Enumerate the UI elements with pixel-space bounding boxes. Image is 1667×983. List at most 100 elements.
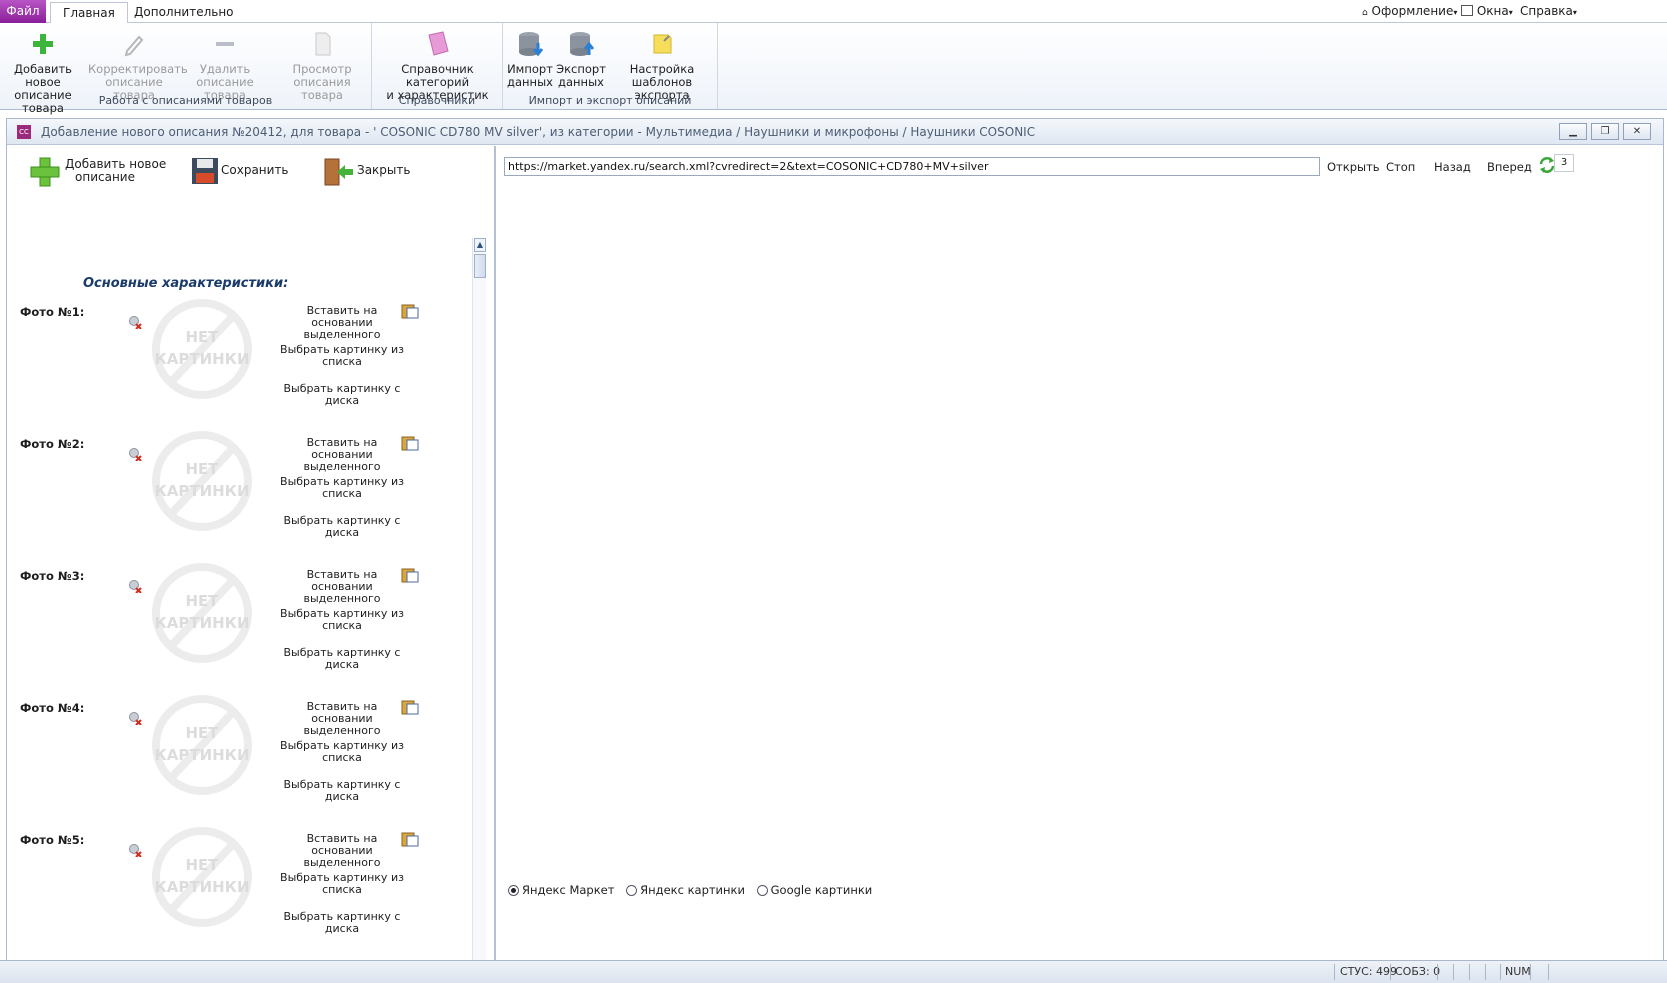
categories-reference-button[interactable]: Справочник категорий и характеристик bbox=[374, 27, 501, 102]
radio-dot bbox=[626, 885, 638, 896]
choose-from-list-link[interactable]: Выбрать картинку из списка bbox=[277, 740, 407, 764]
close-button[interactable]: Закрыть bbox=[323, 156, 413, 190]
ribbon-group-references: Справочник категорий и характеристик Спр… bbox=[372, 23, 503, 109]
choose-from-list-link[interactable]: Выбрать картинку из списка bbox=[277, 872, 407, 896]
choose-from-list-link[interactable]: Выбрать картинку из списка bbox=[277, 476, 407, 500]
design-menu[interactable]: ⌂ Оформление▾ bbox=[1362, 4, 1457, 18]
app-icon: CC bbox=[17, 125, 31, 139]
categories-reference-label: Справочник категорий bbox=[401, 62, 474, 89]
choose-from-list-label: Выбрать картинку из bbox=[280, 607, 404, 620]
status-bar: СТУС: 499 СОБЗ: 0 NUM bbox=[0, 960, 1667, 983]
open-button[interactable]: Открыть bbox=[1327, 160, 1380, 174]
radio-dot bbox=[756, 885, 768, 896]
radio-yandex-market[interactable]: Яндекс Маркет bbox=[508, 883, 614, 897]
edit-description-button[interactable]: Корректировать описание товара bbox=[88, 27, 188, 102]
view-icon bbox=[315, 32, 331, 56]
radio-dot bbox=[508, 885, 519, 896]
choose-from-disk-link[interactable]: Выбрать картинку с диска bbox=[277, 779, 407, 803]
photo-list: Фото №1: НЕТ КАРТИНКИ Вставить на основа… bbox=[7, 146, 472, 961]
choose-from-disk-label-2: диска bbox=[324, 394, 360, 407]
paste-from-selection-link[interactable]: Вставить на основании выделенного bbox=[277, 437, 407, 473]
scrollbar-thumb[interactable] bbox=[474, 254, 486, 278]
photo-slot-3: Фото №3: НЕТ КАРТИНКИ Вставить на основа… bbox=[7, 563, 472, 701]
description-form-pane: Добавить новое описание Сохранить Закрыт… bbox=[7, 146, 496, 974]
paste-from-selection-label-2: выделенного bbox=[303, 724, 381, 737]
choose-from-disk-link[interactable]: Выбрать картинку с диска bbox=[277, 383, 407, 407]
choose-from-disk-link[interactable]: Выбрать картинку с диска bbox=[277, 515, 407, 539]
no-picture-text-2: КАРТИНКИ bbox=[154, 482, 249, 500]
paste-from-selection-label: Вставить на основании bbox=[306, 700, 378, 725]
paste-from-selection-link[interactable]: Вставить на основании выделенного bbox=[277, 701, 407, 737]
ribbon-group-caption: Справочники bbox=[398, 94, 476, 107]
close-window-button[interactable]: ✕ bbox=[1623, 123, 1651, 140]
add-new-description-button[interactable]: Добавить новое описание bbox=[29, 156, 166, 190]
clipboard-paste-icon[interactable] bbox=[401, 303, 419, 319]
save-label: Сохранить bbox=[221, 163, 289, 177]
photo-label: Фото №1: bbox=[20, 305, 85, 319]
choose-from-disk-link[interactable]: Выбрать картинку с диска bbox=[277, 911, 407, 935]
paste-from-selection-link[interactable]: Вставить на основании выделенного bbox=[277, 833, 407, 869]
tab-file[interactable]: Файл bbox=[0, 0, 46, 23]
no-picture-text: НЕТ bbox=[185, 592, 219, 610]
windows-menu[interactable]: Окна▾ bbox=[1461, 4, 1513, 18]
clipboard-paste-icon[interactable] bbox=[401, 699, 419, 715]
delete-photo-icon[interactable] bbox=[128, 447, 142, 461]
status-separator bbox=[1453, 964, 1454, 980]
choose-from-disk-label: Выбрать картинку с bbox=[283, 382, 401, 395]
window-title-bar: CC Добавление нового описания №20412, дл… bbox=[7, 119, 1663, 145]
status-separator bbox=[1390, 964, 1391, 980]
photo-slot-5: Фото №5: НЕТ КАРТИНКИ Вставить на основа… bbox=[7, 827, 472, 961]
export-data-label-2: данных bbox=[558, 75, 604, 89]
exit-door-icon bbox=[324, 158, 353, 186]
save-button[interactable]: Сохранить bbox=[191, 156, 289, 190]
radio-yandex-images[interactable]: Яндекс картинки bbox=[626, 883, 745, 897]
paste-from-selection-link[interactable]: Вставить на основании выделенного bbox=[277, 305, 407, 341]
clipboard-paste-icon[interactable] bbox=[401, 567, 419, 583]
choose-from-list-label-2: списка bbox=[322, 619, 362, 632]
status-num: NUM bbox=[1505, 965, 1531, 978]
vertical-scrollbar[interactable]: ▲ bbox=[472, 238, 486, 974]
radio-google-images[interactable]: Google картинки bbox=[756, 883, 872, 897]
browser-pane: Открыть Стоп Назад Вперед 3 Яндекс Марке… bbox=[498, 146, 1663, 961]
delete-photo-icon[interactable] bbox=[128, 711, 142, 725]
restore-button[interactable]: ❐ bbox=[1591, 123, 1619, 140]
paste-from-selection-link[interactable]: Вставить на основании выделенного bbox=[277, 569, 407, 605]
status-separator bbox=[1530, 964, 1531, 980]
radio-label: Яндекс картинки bbox=[640, 883, 745, 897]
choose-from-list-link[interactable]: Выбрать картинку из списка bbox=[277, 344, 407, 368]
paste-from-selection-label: Вставить на основании bbox=[306, 304, 378, 329]
add-icon bbox=[30, 157, 60, 187]
choose-from-disk-link[interactable]: Выбрать картинку с диска bbox=[277, 647, 407, 671]
delete-description-button[interactable]: Удалить описание товара bbox=[182, 27, 268, 102]
choose-from-list-label-2: списка bbox=[322, 355, 362, 368]
export-data-button[interactable]: Экспорт данных bbox=[556, 27, 606, 89]
forward-button[interactable]: Вперед bbox=[1487, 160, 1532, 174]
clipboard-paste-icon[interactable] bbox=[401, 435, 419, 451]
help-menu[interactable]: Справка▾ bbox=[1520, 4, 1577, 18]
clipboard-paste-icon[interactable] bbox=[401, 831, 419, 847]
back-button[interactable]: Назад bbox=[1434, 160, 1471, 174]
choose-from-list-link[interactable]: Выбрать картинку из списка bbox=[277, 608, 407, 632]
minimize-icon: ▁ bbox=[1569, 126, 1577, 137]
no-picture-text: НЕТ bbox=[185, 460, 219, 478]
choose-from-list-label-2: списка bbox=[322, 487, 362, 500]
delete-photo-icon[interactable] bbox=[128, 579, 142, 593]
choose-from-disk-label-2: диска bbox=[324, 922, 360, 935]
tab-extra[interactable]: Дополнительно bbox=[122, 2, 246, 24]
tab-home[interactable]: Главная bbox=[50, 2, 128, 24]
delete-photo-icon[interactable] bbox=[128, 315, 142, 329]
counter-field[interactable]: 3 bbox=[1554, 154, 1574, 172]
delete-photo-icon[interactable] bbox=[128, 843, 142, 857]
book-icon bbox=[427, 31, 449, 56]
ribbon-group-caption: Импорт и экспорт описаний bbox=[528, 94, 692, 107]
photo-slot-4: Фото №4: НЕТ КАРТИНКИ Вставить на основа… bbox=[7, 695, 472, 833]
scroll-up-button[interactable]: ▲ bbox=[474, 238, 486, 252]
stop-button[interactable]: Стоп bbox=[1386, 160, 1415, 174]
export-templates-button[interactable]: Настройка шаблонов экспорта bbox=[607, 27, 717, 102]
view-description-button[interactable]: Просмотр описания товара bbox=[276, 27, 368, 102]
minimize-button[interactable]: ▁ bbox=[1559, 123, 1587, 140]
import-data-button[interactable]: Импорт данных bbox=[505, 27, 555, 89]
url-input[interactable] bbox=[504, 157, 1320, 176]
paste-from-selection-label-2: выделенного bbox=[303, 460, 381, 473]
dropdown-arrow-icon: ▾ bbox=[1572, 8, 1577, 17]
